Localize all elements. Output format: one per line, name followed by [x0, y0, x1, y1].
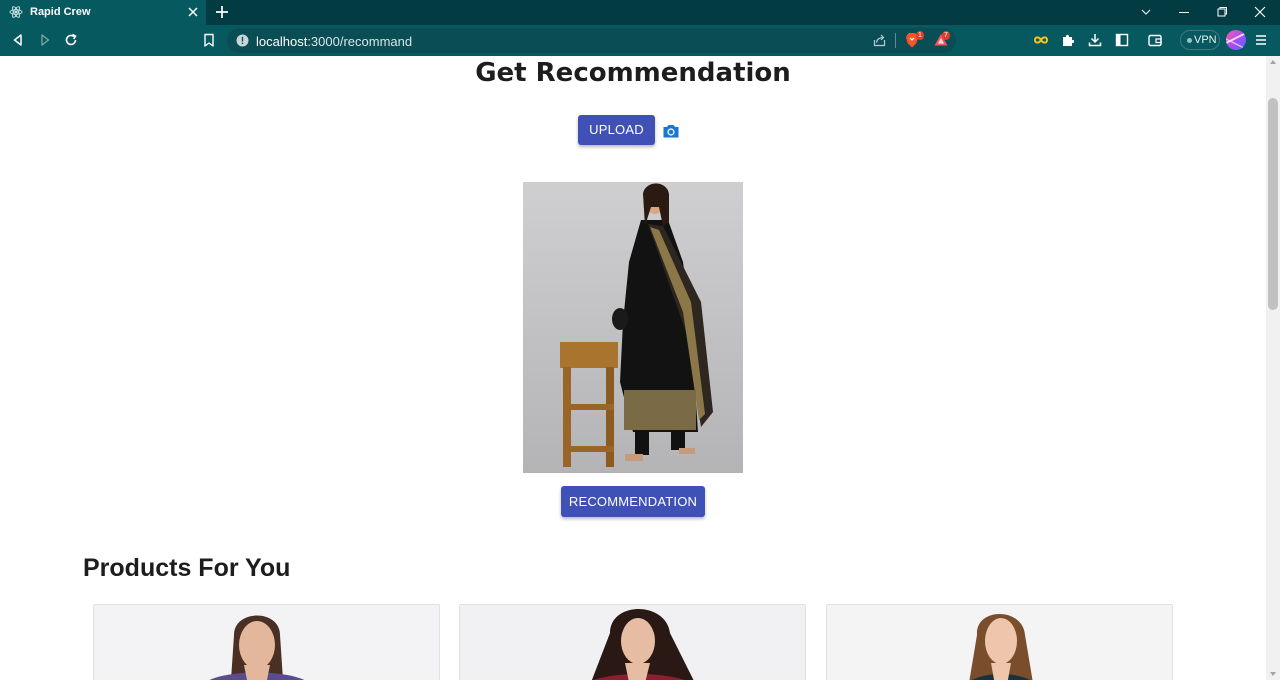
- browser-toolbar: localhost:3000/recommand 1 7 VPN: [0, 25, 1280, 56]
- url-text: localhost:3000/recommand: [256, 34, 412, 49]
- product-card[interactable]: [93, 604, 440, 680]
- scroll-up-arrow-icon[interactable]: [1270, 60, 1276, 64]
- scroll-down-arrow-icon[interactable]: [1270, 672, 1276, 676]
- recommendation-button[interactable]: RECOMMENDATION: [561, 486, 705, 517]
- profile-pattern-icon: [1226, 31, 1246, 50]
- site-info-icon[interactable]: [236, 34, 249, 47]
- restore-icon[interactable]: [1214, 4, 1230, 20]
- camera-icon[interactable]: [662, 123, 680, 139]
- product-card[interactable]: [826, 604, 1173, 680]
- download-icon[interactable]: [1087, 32, 1103, 48]
- share-icon[interactable]: [872, 33, 887, 48]
- forward-icon[interactable]: [37, 32, 53, 48]
- address-bar[interactable]: localhost:3000/recommand 1 7: [227, 28, 956, 53]
- rewards-count-badge: 7: [942, 31, 950, 40]
- page-scrollbar[interactable]: [1266, 56, 1280, 680]
- tab-title: Rapid Crew: [30, 6, 91, 18]
- page-content: Get Recommendation UPLOAD RECOMMENDATION…: [0, 56, 1266, 680]
- model-photo-illustration: [523, 182, 743, 473]
- browser-titlebar: Rapid Crew: [0, 0, 1280, 25]
- uploaded-image-preview: [523, 182, 743, 473]
- upload-button[interactable]: UPLOAD: [578, 115, 655, 145]
- vpn-label: VPN: [1194, 34, 1217, 46]
- extensions-puzzle-icon[interactable]: [1060, 32, 1076, 48]
- close-window-icon[interactable]: [1252, 4, 1268, 20]
- product-image: [460, 605, 805, 680]
- product-image: [94, 605, 439, 680]
- browser-tab[interactable]: Rapid Crew: [0, 0, 206, 25]
- url-host: localhost: [256, 34, 308, 49]
- wallet-icon[interactable]: [1147, 32, 1163, 48]
- url-separator: [895, 33, 896, 48]
- minimize-icon[interactable]: [1176, 4, 1192, 20]
- bookmark-icon[interactable]: [201, 32, 217, 48]
- sidebar-icon[interactable]: [1114, 32, 1130, 48]
- scrollbar-thumb[interactable]: [1268, 98, 1278, 310]
- infinity-extension-icon[interactable]: [1033, 32, 1049, 48]
- section-title-products: Products For You: [83, 554, 291, 582]
- close-tab-icon[interactable]: [186, 5, 200, 19]
- reload-icon[interactable]: [63, 32, 79, 48]
- new-tab-icon[interactable]: [214, 4, 230, 20]
- back-icon[interactable]: [10, 32, 26, 48]
- react-favicon-icon: [9, 6, 23, 18]
- url-path: :3000/recommand: [307, 34, 413, 49]
- vpn-button[interactable]: VPN: [1180, 30, 1220, 50]
- product-card[interactable]: [459, 604, 806, 680]
- profile-avatar[interactable]: [1226, 30, 1246, 50]
- menu-icon[interactable]: [1253, 32, 1269, 48]
- vpn-status-dot: [1187, 38, 1192, 43]
- tab-search-chevron-icon[interactable]: [1138, 4, 1154, 20]
- shield-count-badge: 1: [916, 31, 924, 40]
- product-image: [827, 605, 1172, 680]
- page-title: Get Recommendation: [475, 58, 791, 88]
